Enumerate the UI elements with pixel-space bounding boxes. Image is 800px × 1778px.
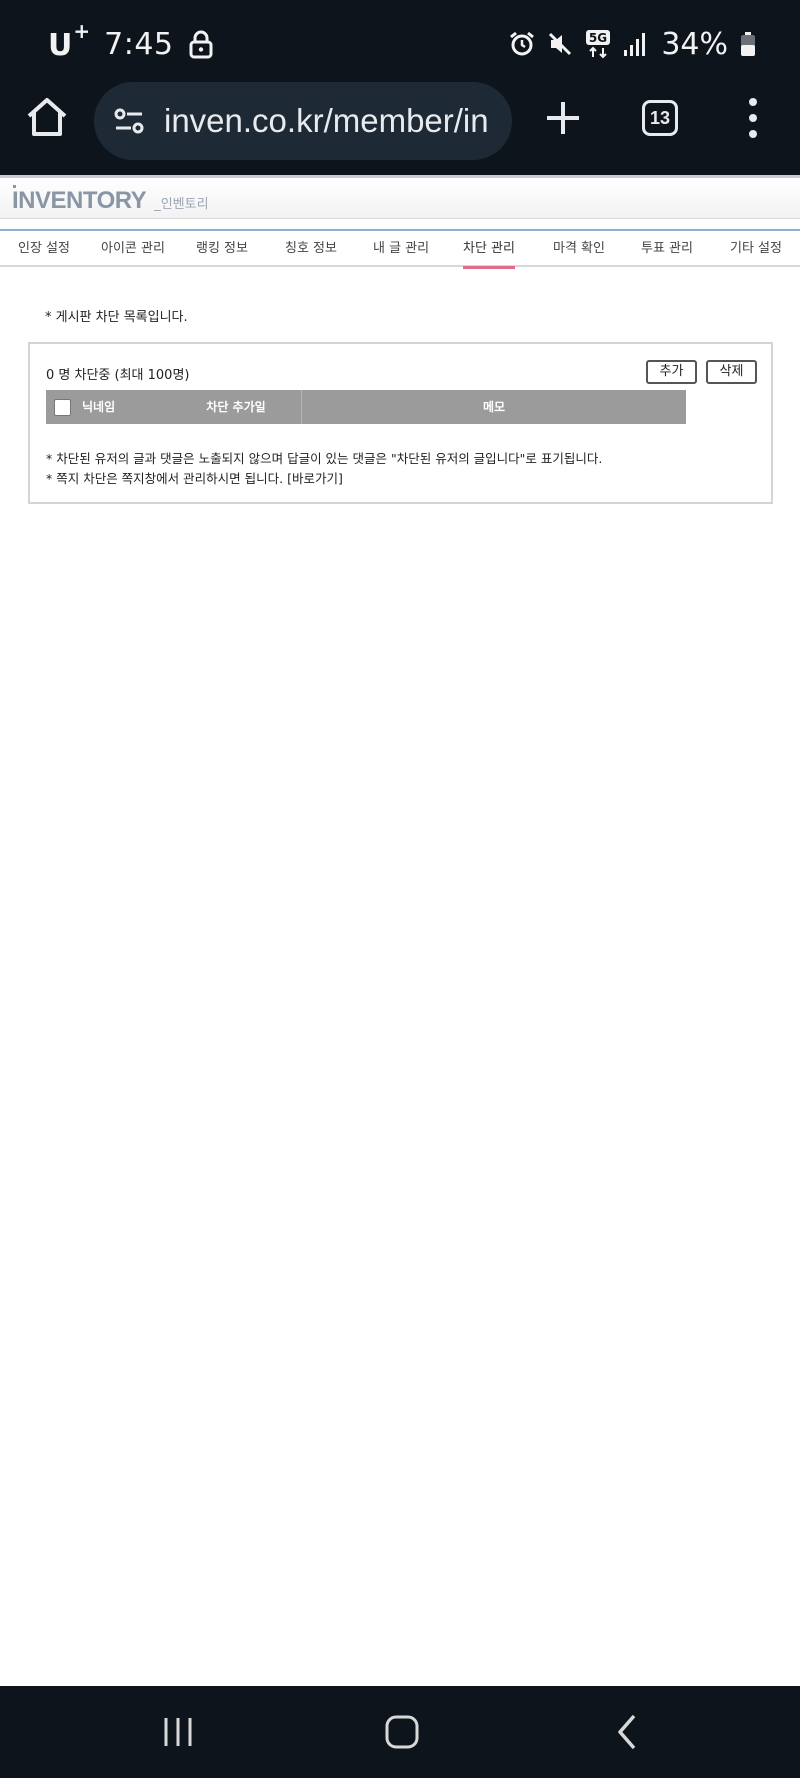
carrier-label: U+ — [48, 19, 91, 63]
blocked-user-note: * 차단된 유저의 글과 댓글은 노출되지 않으며 답글이 있는 댓글은 "차단… — [46, 451, 603, 466]
block-count: 0 명 차단중 (최대 100명) — [46, 368, 190, 383]
system-nav-bar — [0, 1686, 800, 1778]
site-settings-icon[interactable] — [112, 104, 146, 138]
tab-icon-manage[interactable]: 아이콘 관리 — [101, 231, 165, 267]
column-nickname: 닉네임 — [82, 400, 116, 414]
tab-vote-manage[interactable]: 투표 관리 — [641, 231, 693, 267]
battery-percent: 34% — [661, 26, 728, 62]
status-right: 5G 34% — [509, 26, 756, 62]
column-block-date: 차단 추가일 — [206, 400, 266, 414]
clock: 7:45 — [104, 26, 174, 62]
tab-menu: 인장 설정 아이콘 관리 랭킹 정보 칭호 정보 내 글 관리 차단 관리 마격… — [0, 229, 800, 269]
back-icon[interactable] — [608, 1712, 648, 1752]
recent-apps-icon[interactable] — [158, 1712, 198, 1752]
select-all-checkbox[interactable] — [54, 399, 71, 416]
delete-button[interactable]: 삭제 — [706, 360, 757, 384]
signal-icon — [624, 33, 646, 56]
browser-chrome: U+ 7:45 5G 34% inven.co.kr/member/in 13 — [0, 0, 800, 175]
status-bar: U+ 7:45 5G 34% — [0, 0, 800, 82]
tab-my-posts[interactable]: 내 글 관리 — [373, 231, 429, 267]
block-list-intro: * 게시판 차단 목록입니다. — [45, 310, 188, 325]
battery-icon — [741, 32, 755, 56]
url-text: inven.co.kr/member/in — [164, 102, 489, 139]
message-block-note[interactable]: * 쪽지 차단은 쪽지창에서 관리하시면 됩니다. [바로가기] — [46, 468, 343, 487]
mute-icon — [549, 32, 572, 56]
add-button[interactable]: 추가 — [646, 360, 697, 384]
tab-block-manage[interactable]: 차단 관리 — [463, 231, 515, 269]
tab-magic-check[interactable]: 마격 확인 — [553, 231, 605, 267]
tab-other-settings[interactable]: 기타 설정 — [730, 231, 782, 267]
alarm-icon — [510, 31, 535, 56]
lock-icon — [189, 30, 213, 59]
tab-switcher-button[interactable]: 13 — [642, 100, 678, 136]
block-list-panel: 0 명 차단중 (최대 100명) 추가 삭제 닉네임 차단 추가일 메모 * … — [28, 342, 773, 504]
browser-toolbar: inven.co.kr/member/in 13 — [0, 82, 800, 175]
nav-home-icon[interactable] — [382, 1712, 422, 1752]
svg-text:5G: 5G — [589, 31, 607, 45]
tab-title-info[interactable]: 칭호 정보 — [285, 231, 337, 267]
logo-text: INVENTORY — [12, 185, 147, 214]
home-icon[interactable] — [24, 94, 70, 140]
address-bar[interactable]: inven.co.kr/member/in — [94, 82, 512, 160]
inventory-logo[interactable]: INVENTORY _인벤토리 — [12, 185, 209, 215]
network-5g-icon: 5G — [586, 30, 611, 59]
status-left: U+ 7:45 — [48, 19, 214, 63]
more-options-icon[interactable] — [745, 96, 761, 140]
logo-subtitle: _인벤토리 — [154, 197, 209, 212]
tab-signature[interactable]: 인장 설정 — [18, 231, 70, 267]
new-tab-icon[interactable] — [543, 98, 583, 138]
column-memo: 메모 — [482, 400, 506, 414]
inventory-header: INVENTORY _인벤토리 — [0, 175, 800, 219]
tab-ranking[interactable]: 랭킹 정보 — [196, 231, 248, 267]
block-table-header: 닉네임 차단 추가일 메모 — [46, 390, 686, 424]
